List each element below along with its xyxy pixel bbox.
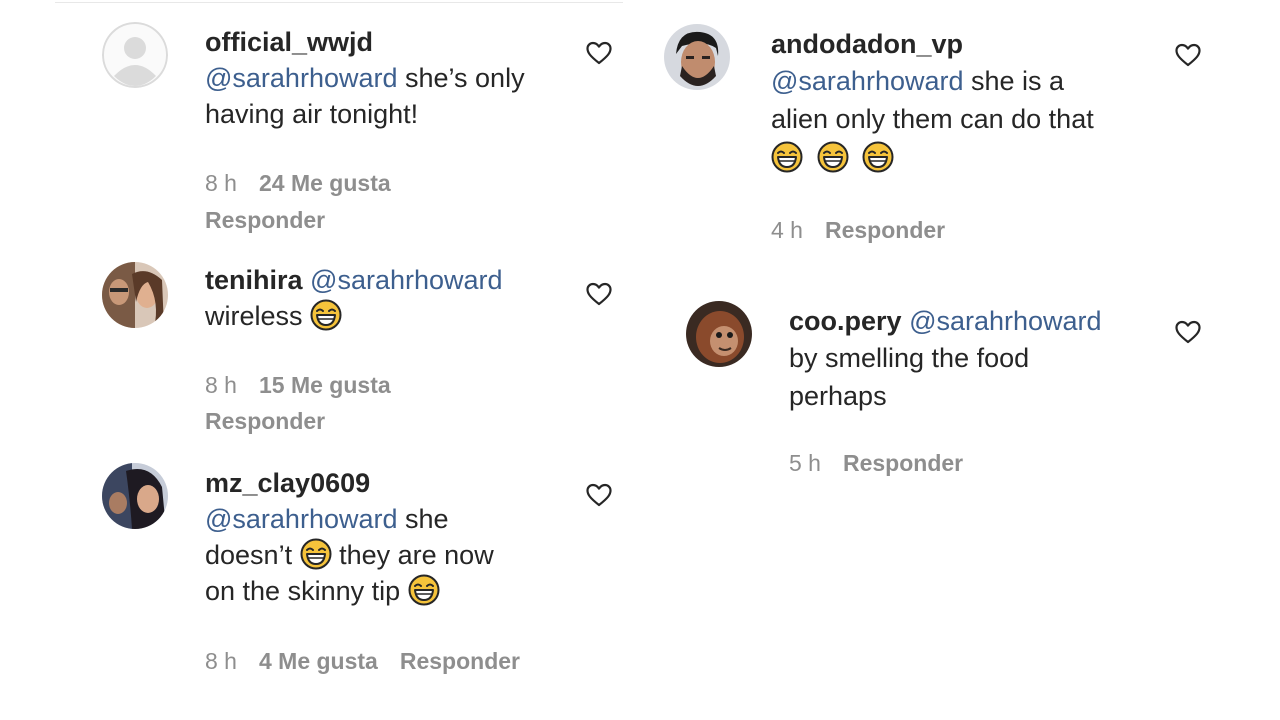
- reply-button[interactable]: Responder: [825, 217, 945, 243]
- mention-link[interactable]: @sarahrhoward: [205, 63, 398, 93]
- username[interactable]: andodadon_vp: [771, 29, 963, 59]
- face-with-tears-of-joy-emoji: [408, 574, 440, 606]
- mention-link[interactable]: @sarahrhoward: [909, 306, 1102, 336]
- comment-text: by smelling the food: [789, 343, 1030, 373]
- avatar[interactable]: [102, 262, 168, 328]
- face-with-tears-of-joy-emoji: [300, 538, 332, 570]
- timestamp: 8 h: [205, 648, 237, 674]
- face-with-tears-of-joy-emoji: [771, 141, 803, 173]
- default-avatar-icon[interactable]: [102, 22, 168, 88]
- heart-outline-icon[interactable]: [586, 41, 612, 65]
- reply-button[interactable]: Responder: [400, 648, 520, 674]
- likes-count[interactable]: 15 Me gusta: [259, 372, 391, 398]
- username[interactable]: mz_clay0609: [205, 468, 370, 498]
- avatar[interactable]: [102, 463, 168, 529]
- timestamp: 5 h: [789, 450, 821, 476]
- comment-text: alien only them can do that: [771, 104, 1094, 134]
- username[interactable]: official_wwjd: [205, 27, 373, 57]
- face-with-tears-of-joy-emoji: [817, 141, 849, 173]
- heart-outline-icon[interactable]: [1175, 43, 1201, 67]
- heart-outline-icon[interactable]: [586, 282, 612, 306]
- comment-text: she is a: [963, 66, 1065, 96]
- divider: [55, 2, 623, 3]
- username[interactable]: coo.pery: [789, 306, 902, 336]
- timestamp: 8 h: [205, 170, 237, 196]
- comment-text: they are now: [331, 540, 494, 570]
- comment-text: perhaps: [789, 381, 887, 411]
- likes-count[interactable]: 24 Me gusta: [259, 170, 391, 196]
- comment-text: she’s only: [397, 63, 525, 93]
- comment-text: on the skinny tip: [205, 576, 401, 606]
- comment-text: wireless: [205, 301, 303, 331]
- face-with-tears-of-joy-emoji: [310, 299, 342, 331]
- avatar[interactable]: [686, 301, 752, 367]
- mention-link[interactable]: @sarahrhoward: [310, 265, 503, 295]
- comment-text: having air tonight!: [205, 99, 419, 129]
- mention-link[interactable]: @sarahrhoward: [771, 66, 964, 96]
- comment-text: she: [397, 504, 449, 534]
- heart-outline-icon[interactable]: [1175, 320, 1201, 344]
- username[interactable]: tenihira: [205, 265, 303, 295]
- mention-link[interactable]: @sarahrhoward: [205, 504, 398, 534]
- timestamp: 8 h: [205, 372, 237, 398]
- avatar[interactable]: [664, 24, 730, 90]
- reply-button[interactable]: Responder: [205, 207, 325, 234]
- reply-button[interactable]: Responder: [205, 408, 325, 435]
- likes-count[interactable]: 4 Me gusta: [259, 648, 378, 674]
- comment-text: doesn’t: [205, 540, 293, 570]
- heart-outline-icon[interactable]: [586, 483, 612, 507]
- face-with-tears-of-joy-emoji: [862, 141, 894, 173]
- timestamp: 4 h: [771, 217, 803, 243]
- reply-button[interactable]: Responder: [843, 450, 963, 476]
